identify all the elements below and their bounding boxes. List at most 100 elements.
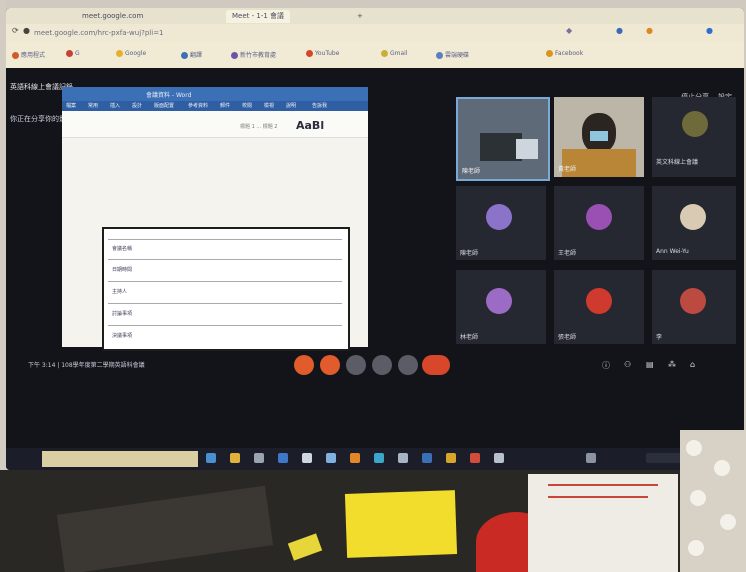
url-text[interactable]: meet.google.com/hrc-pxfa-wuj?pli=1: [34, 27, 284, 39]
style-gallery[interactable]: 標題 1 ... 標題 2: [240, 123, 278, 130]
word-title: 會議資料 - Word: [146, 92, 192, 99]
taskbar-app-icon[interactable]: [374, 453, 384, 463]
bookmark-item[interactable]: Facebook: [546, 50, 583, 57]
taskbar-app-icon[interactable]: [446, 453, 456, 463]
taskbar-app-icon[interactable]: [470, 453, 480, 463]
table-cell: 會議名稱: [112, 246, 133, 252]
participant-tile[interactable]: 李: [652, 270, 736, 344]
taskbar-app-icon[interactable]: [206, 453, 216, 463]
captions-button[interactable]: [346, 355, 366, 375]
sticky-note: [344, 490, 458, 558]
mic-off-button[interactable]: [294, 355, 314, 375]
extension-icon[interactable]: ●: [616, 26, 623, 35]
people-icon[interactable]: ⚇: [624, 360, 631, 369]
camera-off-button[interactable]: [320, 355, 340, 375]
participant-tile[interactable]: 陳老師: [456, 186, 546, 260]
info-icon[interactable]: ⓘ: [602, 360, 610, 371]
participant-tile[interactable]: 王老師: [554, 186, 644, 260]
ribbon-tab[interactable]: 告訴我: [312, 102, 327, 109]
drive-icon: [436, 52, 443, 59]
lock-icon[interactable]: ⌂: [690, 360, 695, 369]
activities-icon[interactable]: ⁂: [668, 360, 676, 369]
ribbon-tabs: 檔案 常用 插入 設計 版面配置 參考資料 郵件 校閱 檢視 說明 告訴我: [62, 101, 368, 111]
participant-tile[interactable]: 張老師: [554, 270, 644, 344]
ribbon-tab[interactable]: 版面配置: [154, 102, 174, 109]
taskbar-app-icon[interactable]: [230, 453, 240, 463]
profile-icon[interactable]: ●: [706, 26, 713, 35]
participant-tile[interactable]: Ann Wei-Yu: [652, 186, 736, 260]
table-cell: 決議事項: [112, 333, 133, 339]
polka-dot: [688, 540, 704, 556]
taskbar-app-icon[interactable]: [494, 453, 504, 463]
polka-dot: [720, 514, 736, 530]
end-call-button[interactable]: [422, 355, 450, 375]
extension-icon[interactable]: ◆: [566, 26, 572, 35]
document-page[interactable]: 會議名稱 日期時間 主持人 討論事項 決議事項: [102, 227, 350, 351]
youtube-icon: [306, 50, 313, 57]
table-cell: 主持人: [112, 289, 128, 295]
present-button[interactable]: [372, 355, 392, 375]
extension-icon[interactable]: ●: [646, 26, 653, 35]
taskbar-app-icon[interactable]: [422, 453, 432, 463]
table-divider: [108, 325, 342, 326]
bookmark-item[interactable]: 應用程式: [12, 50, 45, 59]
taskbar-app-icon[interactable]: [350, 453, 360, 463]
ribbon-tab[interactable]: 參考資料: [188, 102, 208, 109]
browser-tab[interactable]: meet.google.com: [76, 10, 149, 23]
taskbar-app-icon[interactable]: [302, 453, 312, 463]
participant-name: 陳老師: [460, 250, 479, 257]
bookmark-item[interactable]: G: [66, 50, 80, 57]
photo: meet.google.com Meet - 1-1 會議 + ⟳ ● meet…: [0, 0, 746, 572]
table-divider: [108, 239, 342, 240]
ribbon-tab[interactable]: 常用: [88, 102, 98, 109]
avatar: [586, 204, 612, 230]
polka-dot: [690, 490, 706, 506]
table-cell: 日期時間: [112, 267, 133, 273]
address-bar[interactable]: ⟳ ● meet.google.com/hrc-pxfa-wuj?pli=1 ◆…: [6, 24, 744, 42]
browser-tab-active[interactable]: Meet - 1-1 會議: [226, 10, 291, 23]
participant-tile[interactable]: 英文科線上會議: [652, 97, 736, 177]
participant-name: 李: [656, 334, 663, 341]
bookmark-icon: [231, 52, 238, 59]
paper-stripe: [548, 484, 658, 486]
bookmark-item[interactable]: Google: [116, 50, 146, 57]
bookmark-item[interactable]: Gmail: [381, 50, 408, 57]
bookmark-item[interactable]: YouTube: [306, 50, 339, 57]
lock-icon: ●: [23, 26, 30, 35]
ribbon-tab[interactable]: 插入: [110, 102, 120, 109]
more-options-button[interactable]: [398, 355, 418, 375]
ribbon-tab[interactable]: 設計: [132, 102, 142, 109]
participant-video-tile[interactable]: 黃老師: [554, 97, 644, 177]
participant-tile[interactable]: 林老師: [456, 270, 546, 344]
google-icon: [116, 50, 123, 57]
participant-video-tile[interactable]: 陳老師: [456, 97, 550, 181]
ribbon-tab[interactable]: 檔案: [66, 102, 76, 109]
ribbon-tab[interactable]: 檢視: [264, 102, 274, 109]
participant-name: 林老師: [460, 334, 479, 341]
taskbar-app-icon[interactable]: [254, 453, 264, 463]
reload-icon[interactable]: ⟳: [12, 26, 19, 35]
table-divider: [108, 259, 342, 260]
facebook-icon: [546, 50, 553, 57]
bookmark-item[interactable]: 新竹市教育處: [231, 50, 276, 59]
taskbar-app-icon[interactable]: [326, 453, 336, 463]
style-sample[interactable]: AaBl: [296, 119, 324, 132]
ribbon-tab[interactable]: 說明: [286, 102, 296, 109]
ribbon-tab[interactable]: 校閱: [242, 102, 252, 109]
room-monitor: [516, 139, 538, 159]
table-divider: [108, 281, 342, 282]
taskbar-app-icon[interactable]: [398, 453, 408, 463]
polka-dot-fabric: [680, 430, 746, 572]
ribbon-tab[interactable]: 郵件: [220, 102, 230, 109]
participant-name: 王老師: [558, 250, 577, 257]
new-tab-button[interactable]: +: [351, 10, 369, 23]
bookmark-item[interactable]: 翻譯: [181, 50, 202, 59]
chat-icon[interactable]: ▤: [646, 360, 654, 369]
taskbar-app-icon[interactable]: [278, 453, 288, 463]
bookmark-item[interactable]: 雲端硬碟: [436, 50, 469, 59]
avatar: [680, 204, 706, 230]
taskbar-search[interactable]: [42, 451, 198, 467]
system-tray-icon[interactable]: [586, 453, 596, 463]
polka-dot: [686, 440, 702, 456]
bookmarks-bar: 應用程式 G Google 翻譯 新竹市教育處 YouTube Gmail 雲端…: [6, 42, 744, 69]
